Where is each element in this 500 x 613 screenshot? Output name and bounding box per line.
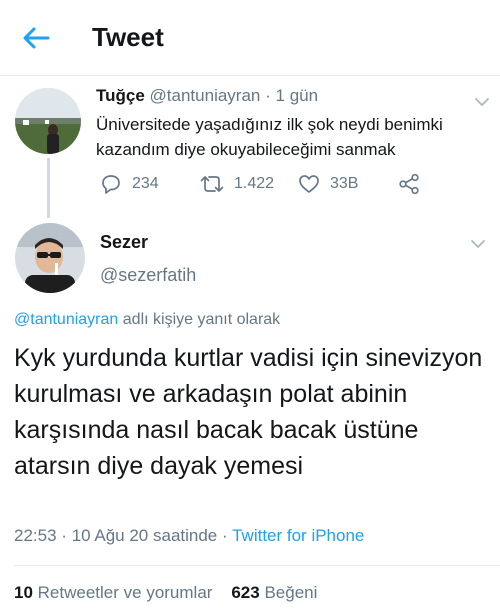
- avatar-sezer[interactable]: [15, 223, 85, 293]
- reply-tweet-menu[interactable]: [470, 236, 486, 252]
- stats-divider: [14, 565, 500, 566]
- original-tweet-text: Üniversitede yaşadığınız ilk şok neydi b…: [96, 115, 443, 159]
- avatar-tugce[interactable]: [15, 88, 81, 154]
- reply-action[interactable]: 234: [100, 172, 159, 196]
- timestamp-separator-2: ·: [222, 526, 228, 545]
- likes-label: Beğeni: [264, 583, 318, 602]
- original-tweet-meta: Tuğçe @tantuniayran · 1 gün: [96, 86, 318, 106]
- original-time-ago: 1 gün: [275, 86, 319, 105]
- page-title: Tweet: [92, 22, 164, 52]
- retweets-label: Retweetler ve yorumlar: [37, 583, 213, 602]
- back-button[interactable]: [22, 26, 50, 50]
- reply-handle[interactable]: @sezerfatih: [100, 265, 196, 286]
- original-display-name[interactable]: Tuğçe: [96, 86, 145, 105]
- retweet-action[interactable]: 1.422: [200, 172, 274, 196]
- retweet-icon: [200, 176, 224, 192]
- tweet-date: 10 Ağu 20 saatinde: [71, 526, 218, 545]
- meta-separator: ·: [265, 86, 271, 105]
- reply-to-label: adlı kişiye yanıt olarak: [122, 311, 281, 328]
- tweet-timestamp: 22:53 · 10 Ağu 20 saatinde · Twitter for…: [14, 526, 364, 546]
- like-count: 33B: [330, 175, 359, 192]
- like-action[interactable]: 33B: [298, 172, 358, 196]
- reply-tweet-text: Kyk yurdunda kurtlar vadisi için sineviz…: [14, 344, 483, 480]
- reply-to-mention[interactable]: @tantuniayran: [14, 311, 118, 328]
- timestamp-separator: ·: [61, 526, 67, 545]
- tweet-source-link[interactable]: Twitter for iPhone: [232, 526, 364, 545]
- reply-display-name[interactable]: Sezer: [100, 232, 148, 253]
- original-tweet-menu[interactable]: [474, 94, 490, 110]
- arrow-left-icon: [23, 27, 50, 49]
- retweets-stat[interactable]: 10 Retweetler ve yorumlar: [14, 583, 217, 602]
- retweets-count: 10: [14, 583, 33, 602]
- likes-count: 623: [231, 583, 260, 602]
- tweet-time: 22:53: [14, 526, 57, 545]
- chevron-down-icon: [471, 240, 485, 249]
- reply-count: 234: [132, 175, 159, 192]
- original-handle[interactable]: @tantuniayran: [150, 86, 261, 105]
- share-action[interactable]: [398, 172, 430, 196]
- heart-icon: [299, 175, 319, 193]
- tweet-stats: 10 Retweetler ve yorumlar 623 Beğeni: [14, 583, 317, 603]
- retweet-count: 1.422: [234, 175, 275, 192]
- thread-connector: [47, 158, 50, 218]
- original-tweet-actions: 234 1.422 33B: [96, 172, 436, 196]
- reply-icon: [102, 175, 120, 194]
- reply-context: @tantuniayran adlı kişiye yanıt olarak: [14, 311, 280, 329]
- likes-stat[interactable]: 623 Beğeni: [231, 583, 317, 602]
- chevron-down-icon: [475, 98, 489, 107]
- share-icon: [399, 173, 419, 195]
- top-bar: Tweet: [0, 0, 500, 76]
